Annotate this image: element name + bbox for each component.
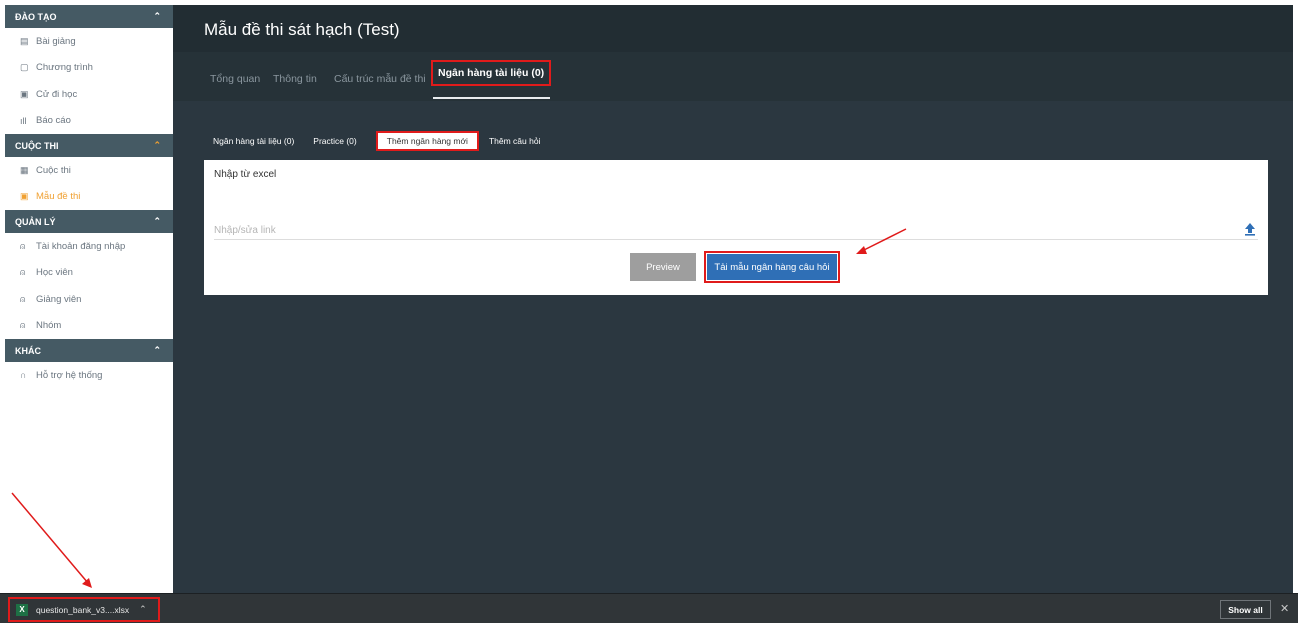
download-file-name: question_bank_v3....xlsx xyxy=(36,604,130,615)
section-header-quan-ly[interactable]: QUẢN LÝ ⌃ xyxy=(5,210,173,233)
sidebar-item-label: Chương trình xyxy=(36,62,93,74)
sidebar-item-bao-cao[interactable]: ıll Báo cáo xyxy=(5,108,173,135)
close-icon[interactable]: ✕ xyxy=(1280,602,1289,615)
link-input[interactable] xyxy=(214,222,1258,240)
sidebar: ĐÀO TẠO ⌃ ▤ Bài giảng ▢ Chương trình ▣ C… xyxy=(5,5,173,593)
section-header-cuoc-thi[interactable]: CUỘC THI ⌃ xyxy=(5,134,173,157)
sidebar-item-giang-vien[interactable]: ⍝ Giảng viên xyxy=(5,286,173,313)
sidebar-item-label: Bài giảng xyxy=(36,35,76,47)
sidebar-item-label: Học viên xyxy=(36,267,73,279)
subtab-practice[interactable]: Practice (0) xyxy=(313,136,356,146)
sidebar-item-cuoc-thi[interactable]: ▦ Cuộc thi xyxy=(5,157,173,184)
upload-icon[interactable] xyxy=(1244,222,1256,236)
sidebar-item-chuong-trinh[interactable]: ▢ Chương trình xyxy=(5,55,173,82)
tab-thong-tin[interactable]: Thông tin xyxy=(273,73,317,85)
book-icon: ▤ xyxy=(20,35,29,46)
sidebar-item-label: Nhóm xyxy=(36,320,62,332)
subtab-them-cau-hoi[interactable]: Thêm câu hỏi xyxy=(489,136,541,146)
tab-bar: Tổng quan Thông tin Cấu trúc mẫu đề thi … xyxy=(173,52,1293,101)
sidebar-item-bai-giang[interactable]: ▤ Bài giảng xyxy=(5,28,173,55)
panel-title: Nhập từ excel xyxy=(214,169,277,180)
file-icon: ▣ xyxy=(20,191,29,202)
id-card-icon: ▣ xyxy=(20,88,29,99)
download-button-highlight: Tải mẫu ngân hàng câu hỏi xyxy=(704,251,840,283)
section-title: CUỘC THI xyxy=(15,140,59,151)
user-icon: ⍝ xyxy=(20,240,26,251)
excel-file-icon: X xyxy=(16,603,28,616)
sidebar-item-label: Mẫu đề thi xyxy=(36,191,81,203)
import-panel: Nhập từ excel Preview Tải mẫu ngân hàng … xyxy=(204,160,1268,295)
sidebar-item-label: Giảng viên xyxy=(36,293,82,305)
headset-icon: ∩ xyxy=(20,370,27,381)
sidebar-item-ho-tro[interactable]: ∩ Hỗ trợ hệ thống xyxy=(5,362,173,389)
active-tab-indicator xyxy=(433,97,550,99)
preview-button[interactable]: Preview xyxy=(630,253,696,281)
tab-tong-quan[interactable]: Tổng quan xyxy=(210,73,260,85)
sidebar-item-label: Cử đi học xyxy=(36,88,78,100)
section-header-dao-tao[interactable]: ĐÀO TẠO ⌃ xyxy=(5,5,173,28)
sidebar-item-label: Tài khoản đăng nhập xyxy=(36,240,126,252)
subtab-ngan-hang[interactable]: Ngân hàng tài liệu (0) xyxy=(213,136,294,146)
section-title: KHÁC xyxy=(15,345,41,356)
tab-cau-truc[interactable]: Cấu trúc mẫu đề thi xyxy=(334,73,426,85)
section-title: ĐÀO TẠO xyxy=(15,11,57,22)
sidebar-item-label: Báo cáo xyxy=(36,115,71,127)
download-template-button[interactable]: Tải mẫu ngân hàng câu hỏi xyxy=(707,254,837,280)
subtab-bar: Ngân hàng tài liệu (0) Practice (0) Thêm… xyxy=(213,131,559,151)
sidebar-item-cu-di-hoc[interactable]: ▣ Cử đi học xyxy=(5,81,173,108)
sidebar-item-label: Cuộc thi xyxy=(36,164,71,176)
calendar-icon: ▦ xyxy=(20,164,29,175)
sidebar-item-tai-khoan[interactable]: ⍝ Tài khoản đăng nhập xyxy=(5,233,173,260)
download-item[interactable]: X question_bank_v3....xlsx ⌃ xyxy=(8,597,160,622)
section-title: QUẢN LÝ xyxy=(15,216,56,227)
users-icon: ⍝ xyxy=(20,267,26,278)
page-title: Mẫu đề thi sát hạch (Test) xyxy=(204,20,400,39)
bar-chart-icon: ıll xyxy=(20,115,27,126)
sidebar-item-mau-de-thi[interactable]: ▣ Mẫu đề thi xyxy=(5,184,173,211)
chevron-up-icon: ⌃ xyxy=(153,140,161,150)
download-bar: X question_bank_v3....xlsx ⌃ Show all ✕ xyxy=(0,593,1298,623)
sidebar-item-label: Hỗ trợ hệ thống xyxy=(36,369,103,381)
user-icon: ⍝ xyxy=(20,293,26,304)
tab-ngan-hang-tai-lieu[interactable]: Ngân hàng tài liệu (0) xyxy=(431,60,552,86)
chevron-up-icon: ⌃ xyxy=(153,11,161,21)
subtab-them-ngan-hang-moi[interactable]: Thêm ngân hàng mới xyxy=(375,131,479,151)
show-all-button[interactable]: Show all xyxy=(1220,600,1271,619)
sidebar-item-hoc-vien[interactable]: ⍝ Học viên xyxy=(5,260,173,287)
sidebar-item-nhom[interactable]: ⍝ Nhóm xyxy=(5,313,173,340)
section-header-khac[interactable]: KHÁC ⌃ xyxy=(5,339,173,362)
chevron-up-icon: ⌃ xyxy=(153,345,161,355)
page-header: Mẫu đề thi sát hạch (Test) xyxy=(173,5,1293,52)
chevron-up-icon[interactable]: ⌃ xyxy=(139,604,147,615)
document-icon: ▢ xyxy=(20,62,29,73)
chevron-up-icon: ⌃ xyxy=(153,216,161,226)
users-icon: ⍝ xyxy=(20,320,26,331)
main-content: Mẫu đề thi sát hạch (Test) Tổng quan Thô… xyxy=(173,5,1293,593)
